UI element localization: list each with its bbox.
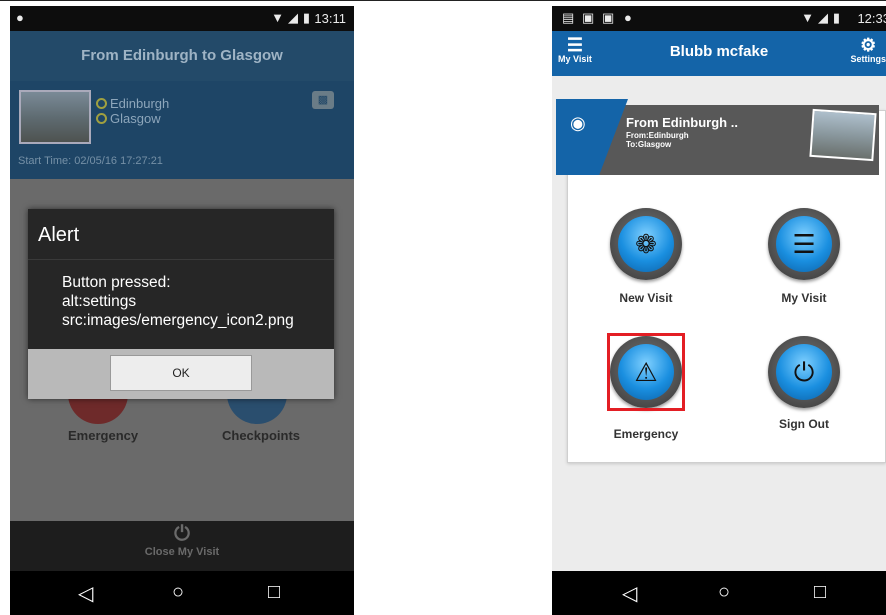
trip-panel: Edinburgh Glasgow ▩ Start Time: 02/05/16… [10, 81, 354, 179]
settings-button[interactable]: ⚙ Settings [850, 36, 886, 64]
recents-icon[interactable]: □ [814, 581, 826, 604]
notification-icon: ▤ [562, 10, 575, 25]
map-pin-icon: ◉ [570, 113, 586, 133]
status-bar: ▤ ▣ ▣ ● ▼ ◢ ▮ 12:33 [552, 6, 886, 31]
signal-icon: ◢ [288, 10, 298, 25]
wifi-icon: ▼ [271, 10, 284, 25]
battery-icon: ▮ [302, 10, 310, 25]
emergency-label: Emergency [613, 427, 679, 441]
my-visit-button[interactable]: ☰ [768, 208, 840, 280]
new-visit-button[interactable]: ❁ [610, 208, 682, 280]
left-phone-screen: ● ▼ ◢ ▮ 13:11 From Edinburgh to Glasgow … [10, 6, 354, 615]
right-phone-screen: ▤ ▣ ▣ ● ▼ ◢ ▮ 12:33 ☰My Visit Blubb mcfa… [552, 6, 886, 615]
location-icon: ● [624, 10, 632, 25]
card-from: From:Edinburgh [626, 131, 689, 140]
list-pin-icon: ☰ [776, 216, 832, 272]
photo-icon: ▣ [582, 10, 595, 25]
page-title: From Edinburgh to Glasgow [10, 31, 354, 81]
checkpoints-label[interactable]: Checkpoints [222, 428, 300, 443]
home-icon[interactable]: ○ [718, 581, 730, 604]
android-nav-bar: ◁ ○ □ [552, 571, 886, 615]
sign-out-label: Sign Out [779, 417, 829, 431]
recents-icon[interactable]: □ [268, 581, 280, 604]
new-visit-label: New Visit [619, 291, 673, 305]
signal-icon: ◢ [818, 10, 828, 25]
trip-thumbnail [19, 90, 91, 144]
alert-line-1: Button pressed: [62, 274, 171, 291]
top-divider [0, 0, 886, 1]
trip-to: Glasgow [96, 111, 161, 126]
start-time: Start Time: 02/05/16 17:27:21 [18, 155, 163, 167]
alert-line-3: src:images/emergency_icon2.png [62, 312, 294, 329]
notification-icon: ● [16, 10, 24, 25]
power-icon: ⏻ [174, 523, 190, 545]
back-icon[interactable]: ◁ [78, 581, 93, 606]
battery-icon: ▮ [832, 10, 840, 25]
card-thumbnail [809, 108, 877, 162]
power-icon: ⏻ [776, 344, 832, 400]
android-nav-bar: ◁ ○ □ [10, 571, 354, 615]
alert-title: Alert [38, 224, 80, 246]
card-title: From Edinburgh .. [626, 115, 738, 130]
app-title: Blubb mcfake [669, 43, 769, 60]
status-time: 12:33 [857, 11, 886, 26]
card-to: To:Glasgow [626, 140, 672, 149]
alert-divider [28, 259, 334, 260]
status-bar: ● ▼ ◢ ▮ 13:11 [10, 6, 354, 31]
card-route: From:Edinburgh To:Glasgow [626, 131, 689, 149]
app-bar: ☰ My Visit Blubb mcfake ⚙ Settings [552, 31, 886, 76]
status-time: 13:11 [314, 11, 346, 26]
emergency-label[interactable]: Emergency [68, 428, 138, 443]
alert-line-2: alt:settings [62, 293, 137, 310]
trip-from-label: Edinburgh [110, 96, 170, 111]
origin-dot-icon [96, 98, 107, 109]
close-visit-label: Close My Visit [144, 546, 220, 558]
trip-from: Edinburgh [96, 96, 169, 111]
destination-dot-icon [96, 113, 107, 124]
footprints-icon: ❁ [618, 216, 674, 272]
card-header[interactable]: ◉ From Edinburgh .. From:Edinburgh To:Gl… [556, 99, 879, 175]
close-visit-bar[interactable]: ⏻ Close My Visit [10, 521, 354, 571]
home-icon[interactable]: ○ [172, 581, 184, 604]
settings-label: Settings [850, 54, 886, 64]
ok-button[interactable]: OK [110, 355, 252, 391]
back-icon[interactable]: ◁ [622, 581, 637, 606]
wifi-icon: ▼ [801, 10, 814, 25]
emergency-highlight-box [607, 333, 685, 411]
trip-to-label: Glasgow [110, 111, 161, 126]
gear-icon: ⚙ [860, 35, 877, 55]
alert-button-bar: OK [28, 349, 334, 399]
alert-dialog: Alert Button pressed: alt:settings src:i… [28, 209, 334, 399]
photo-icon: ▣ [602, 10, 615, 25]
bus-icon[interactable]: ▩ [312, 91, 334, 109]
alert-message: Button pressed: alt:settings src:images/… [62, 273, 294, 330]
my-visit-label: My Visit [781, 291, 827, 305]
sign-out-button[interactable]: ⏻ [768, 336, 840, 408]
location-pin-badge: ◉ [556, 99, 628, 175]
